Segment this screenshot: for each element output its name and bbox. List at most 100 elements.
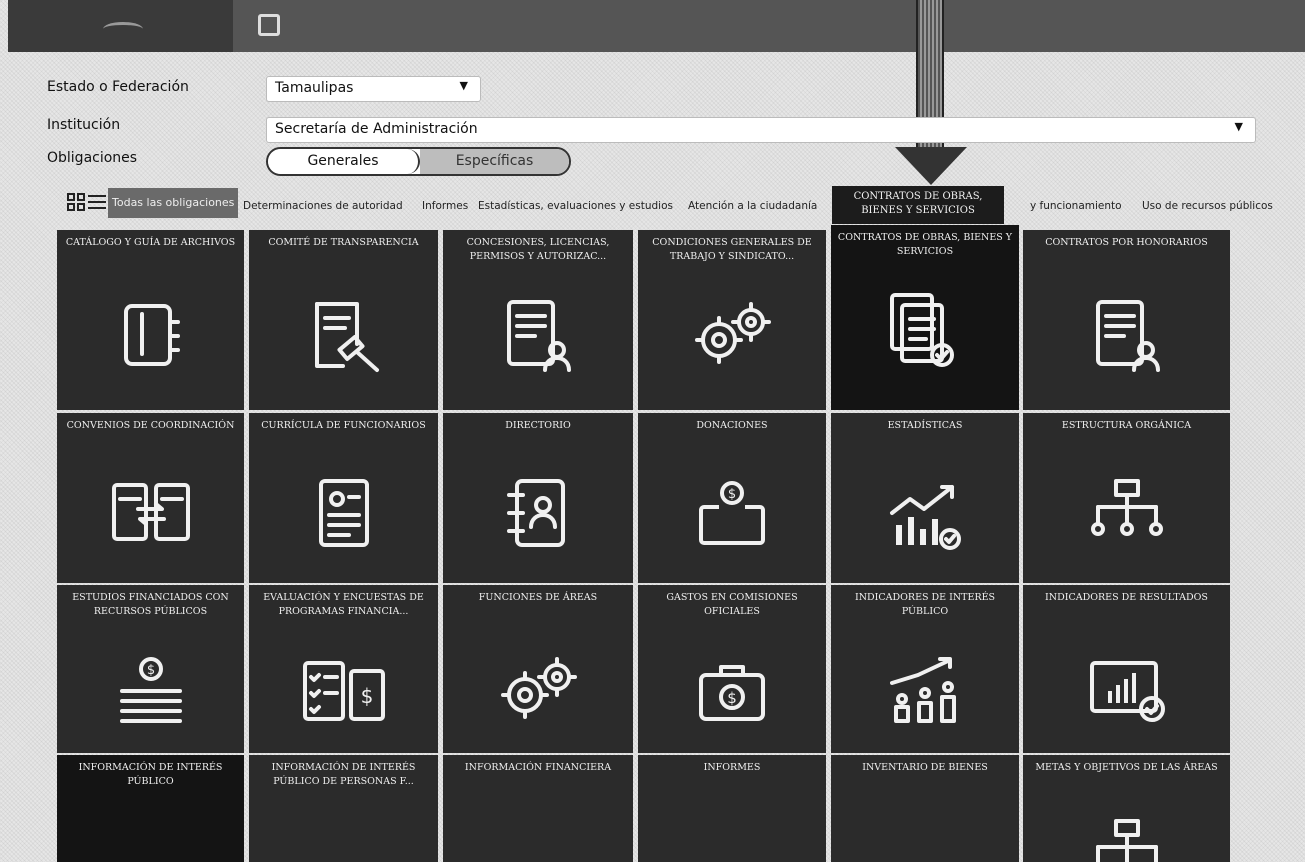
obligation-tile-title: COMITÉ DE TRANSPARENCIA [268,237,419,248]
document-icon [882,811,968,862]
svg-text:$: $ [146,663,154,678]
briefcase-money-icon: $ [689,647,775,733]
donation-box-icon: $ [689,471,775,557]
chevron-down-icon: ▼ [459,79,468,92]
filter-item[interactable]: Uso de recursos públicos [1142,200,1273,212]
obligation-tile-title: ESTADÍSTICAS [887,420,963,431]
obligation-tile[interactable]: INFORMACIÓN FINANCIERA [443,755,633,862]
obligation-tile-title: INFORMACIÓN DE INTERÉS PÚBLICO DE PERSON… [271,762,416,787]
obligation-tile[interactable]: CONTRATOS POR HONORARIOS [1023,230,1230,410]
document-icon [301,811,387,862]
toggle-especificas[interactable]: Específicas [420,149,569,174]
logo-area[interactable] [8,0,233,52]
obligation-tile-title: EVALUACIÓN Y ENCUESTAS DE PROGRAMAS FINA… [263,592,424,617]
obligation-tile[interactable]: DONACIONES $ [638,413,826,583]
bar-chart-icon [882,471,968,557]
obligation-tile[interactable]: CURRÍCULA DE FUNCIONARIOS [249,413,438,583]
obligaciones-toggle[interactable]: Específicas Generales [266,147,571,176]
filter-all-obligations[interactable]: Todas las obligaciones [108,188,238,218]
obligation-tile-title: METAS Y OBJETIVOS DE LAS ÁREAS [1035,762,1218,773]
pin-icon [108,811,194,862]
org-chart-icon [1084,471,1170,557]
obligation-tile[interactable]: EVALUACIÓN Y ENCUESTAS DE PROGRAMAS FINA… [249,585,438,753]
arrow-annotation-head [895,147,967,185]
chevron-down-icon: ▼ [1234,120,1243,133]
obligation-tile-title: INDICADORES DE INTERÉS PÚBLICO [854,592,996,617]
document-user-icon [1084,292,1170,378]
obligation-tile[interactable]: INFORMACIÓN DE INTERÉS PÚBLICO DE PERSON… [249,755,438,862]
org-chart-icon [1084,811,1170,862]
obligation-tile[interactable]: INDICADORES DE INTERÉS PÚBLICO [831,585,1019,753]
toggle-generales[interactable]: Generales [268,149,420,174]
filter-item[interactable]: Estadísticas, evaluaciones y estudios [478,200,673,212]
gears-icon [689,292,775,378]
grid-view-icon[interactable] [67,193,85,211]
svg-text:$: $ [727,689,737,707]
institucion-label: Institución [47,117,121,133]
obligation-tile[interactable]: CONTRATOS DE OBRAS, BIENES Y SERVICIOS [831,225,1019,410]
documents-check-icon [882,287,968,373]
institucion-value: Secretaría de Administración [275,121,478,137]
filter-item[interactable]: y funcionamiento [1030,200,1122,212]
obligation-tile-title: CONDICIONES GENERALES DE TRABAJO Y SINDI… [652,237,812,262]
obligaciones-label: Obligaciones [47,150,138,166]
obligation-tile-title: INFORMES [703,762,761,773]
obligation-tile[interactable]: CONVENIOS DE COORDINACIÓN [57,413,244,583]
obligation-tile-title: DIRECTORIO [505,420,571,431]
obligation-tile-title: INFORMACIÓN DE INTERÉS PÚBLICO [78,762,223,787]
obligation-tile-title: CONTRATOS DE OBRAS, BIENES Y SERVICIOS [837,232,1013,257]
document-user-icon [495,292,581,378]
monitor-chart-icon [1084,647,1170,733]
top-header [8,0,1305,52]
obligation-tile[interactable]: GASTOS EN COMISIONES OFICIALES $ [638,585,826,753]
obligation-tile-title: FUNCIONES DE ÁREAS [478,592,598,603]
estado-select[interactable]: Tamaulipas ▼ [266,76,481,102]
obligation-tile[interactable]: FUNCIONES DE ÁREAS [443,585,633,753]
hover-callout: CONTRATOS DE OBRAS, BIENES Y SERVICIOS [832,186,1004,224]
resume-icon [301,471,387,557]
obligation-tile[interactable]: CONCESIONES, LICENCIAS, PERMISOS Y AUTOR… [443,230,633,410]
obligation-tile[interactable]: INVENTARIO DE BIENES [831,755,1019,862]
obligation-tile-title: GASTOS EN COMISIONES OFICIALES [666,592,798,617]
estado-label: Estado o Federación [47,79,189,95]
obligation-tile-title: CONVENIOS DE COORDINACIÓN [66,420,235,431]
address-book-icon [495,471,581,557]
filter-item[interactable]: Atención a la ciudadanía [688,200,817,212]
obligation-tile[interactable]: INDICADORES DE RESULTADOS [1023,585,1230,753]
document-icon [495,811,581,862]
filter-item[interactable]: Determinaciones de autoridad [243,200,403,212]
obligation-tile[interactable]: INFORMACIÓN DE INTERÉS PÚBLICO [57,755,244,862]
obligation-tile-title: CATÁLOGO Y GUÍA DE ARCHIVOS [65,237,236,248]
obligation-tile[interactable]: CATÁLOGO Y GUÍA DE ARCHIVOS [57,230,244,410]
obligation-tile[interactable]: ESTUDIOS FINANCIADOS CON RECURSOS PÚBLIC… [57,585,244,753]
logo [103,22,143,36]
obligation-tile[interactable]: ESTRUCTURA ORGÁNICA [1023,413,1230,583]
obligation-tile-title: INFORMACIÓN FINANCIERA [464,762,612,773]
obligation-tile-title: CONTRATOS POR HONORARIOS [1045,237,1208,248]
obligation-tile[interactable]: CONDICIONES GENERALES DE TRABAJO Y SINDI… [638,230,826,410]
coin-books-icon: $ [108,647,194,733]
obligation-tile[interactable]: COMITÉ DE TRANSPARENCIA [249,230,438,410]
filter-item[interactable]: Informes [422,200,468,212]
obligation-tile-title: ESTRUCTURA ORGÁNICA [1061,420,1192,431]
obligation-tile-title: DONACIONES [696,420,768,431]
estado-value: Tamaulipas [275,80,354,96]
menu-icon[interactable] [258,14,280,36]
obligation-tile[interactable]: DIRECTORIO [443,413,633,583]
svg-text:$: $ [728,487,736,502]
institucion-select[interactable]: Secretaría de Administración ▼ [266,117,1256,143]
people-growth-icon [882,647,968,733]
checklist-money-icon: $ [301,647,387,733]
obligation-tile[interactable]: METAS Y OBJETIVOS DE LAS ÁREAS [1023,755,1230,862]
obligation-tile-title: INDICADORES DE RESULTADOS [1045,592,1208,603]
document-icon [689,811,775,862]
binder-icon [108,292,194,378]
svg-text:$: $ [360,684,373,708]
list-view-icon[interactable] [88,193,106,211]
exchange-documents-icon [108,471,194,557]
obligation-tile[interactable]: INFORMES [638,755,826,862]
obligation-tile-title: CURRÍCULA DE FUNCIONARIOS [261,420,426,431]
obligation-tile-title: CONCESIONES, LICENCIAS, PERMISOS Y AUTOR… [466,237,610,262]
obligation-tile[interactable]: ESTADÍSTICAS [831,413,1019,583]
obligation-tile-title: ESTUDIOS FINANCIADOS CON RECURSOS PÚBLIC… [72,592,229,617]
